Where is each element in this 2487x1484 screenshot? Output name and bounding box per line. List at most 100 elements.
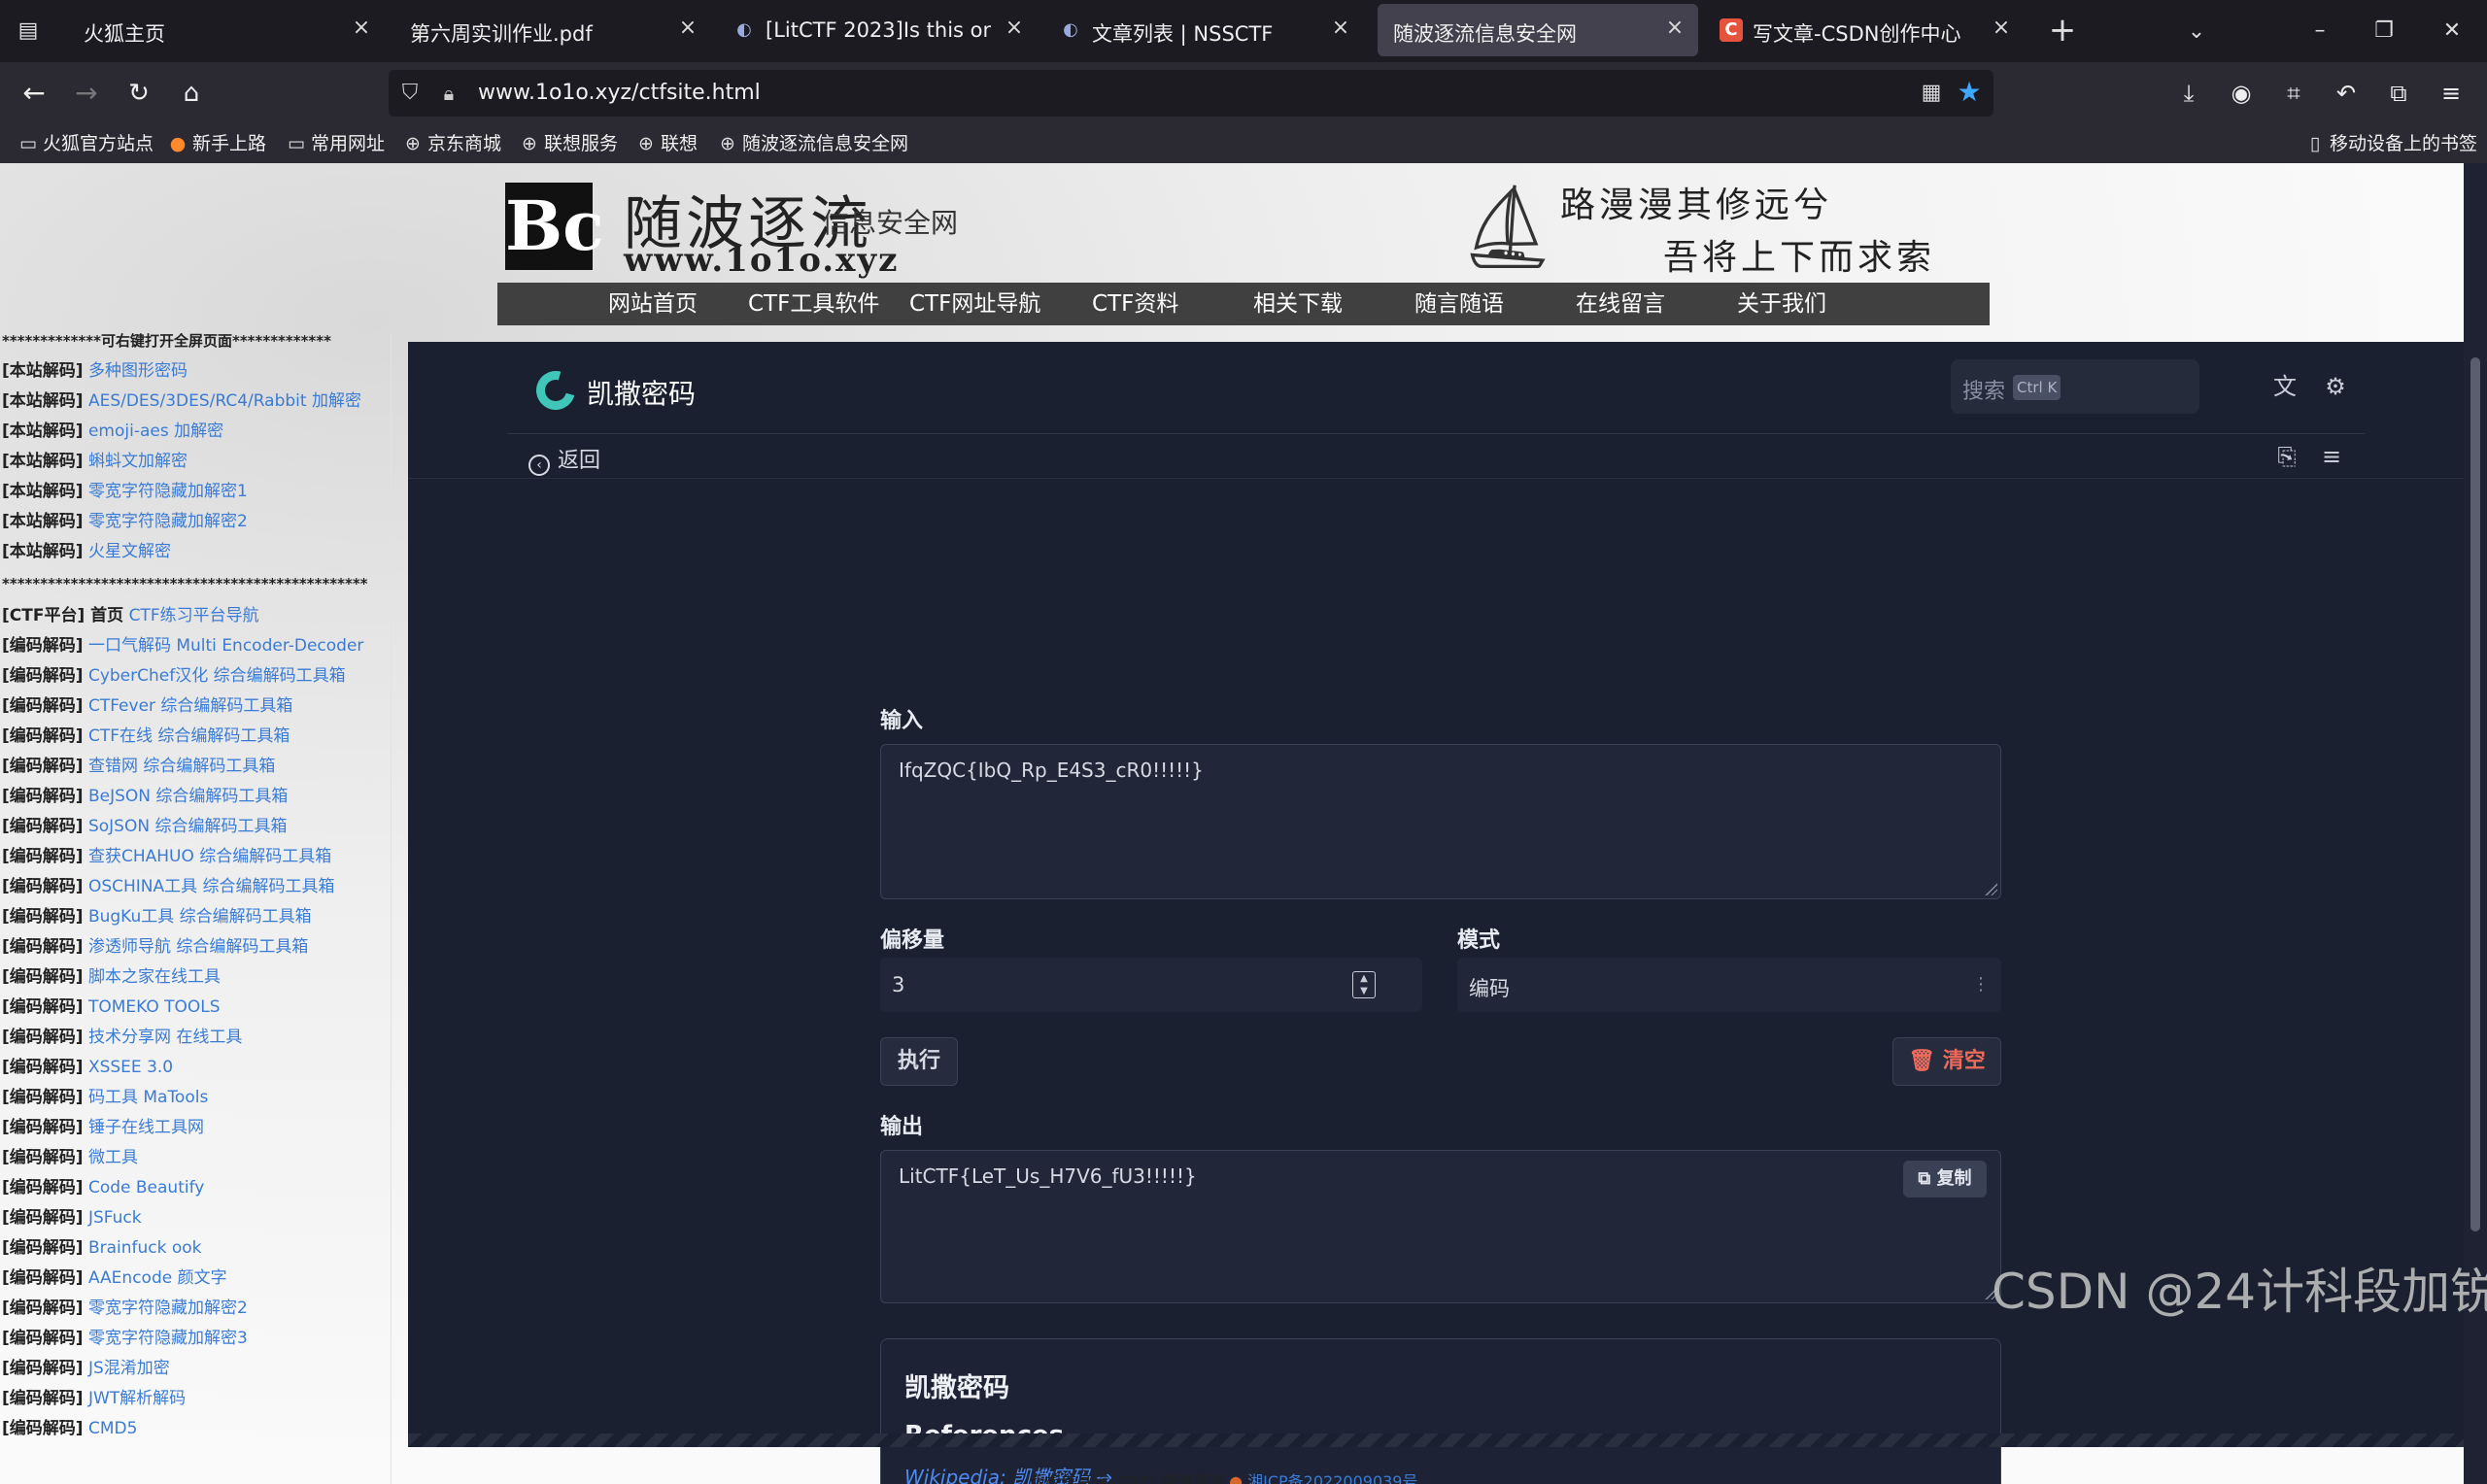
- extensions-icon[interactable]: ⧉: [2380, 76, 2417, 111]
- sidebar-item[interactable]: [本站解码] emoji-aes 加解密: [2, 417, 223, 446]
- bookmark-item[interactable]: ▭ 火狐官方站点: [17, 130, 153, 157]
- clear-button[interactable]: 🗑︎ 清空: [1892, 1037, 2001, 1086]
- sidebar-item[interactable]: [编码解码] SoJSON 综合编解码工具箱: [2, 812, 287, 841]
- sidebar-item[interactable]: [编码解码] CMD5: [2, 1414, 137, 1443]
- sidebar-item[interactable]: [编码解码] 脚本之家在线工具: [2, 962, 221, 992]
- sidebar-item[interactable]: [编码解码] CyberChef汉化 综合编解码工具箱: [2, 661, 346, 691]
- reload-icon[interactable]: ↻: [120, 76, 157, 111]
- tab-csdn[interactable]: C 写文章-CSDN创作中心 ×: [1708, 4, 2025, 56]
- mobile-bookmarks[interactable]: ▯ 移动设备上的书签: [2304, 130, 2477, 157]
- lock-icon[interactable]: 🔒︎: [435, 80, 462, 107]
- tab-close-icon[interactable]: ×: [1990, 17, 2013, 40]
- nav-essays[interactable]: 随言随语: [1414, 283, 1504, 325]
- back-arrow-icon[interactable]: ←: [16, 76, 52, 111]
- translate-icon[interactable]: 文: [2267, 369, 2302, 404]
- restore-icon[interactable]: ❐: [2365, 14, 2403, 49]
- tab-firefox-home[interactable]: 火狐主页 ×: [68, 4, 385, 56]
- sidebar-item[interactable]: [本站解码] 多种图形密码: [2, 356, 187, 386]
- sidebar-item[interactable]: [本站解码] AES/DES/3DES/RC4/Rabbit 加解密: [2, 387, 361, 416]
- bookmark-item[interactable]: ● 新手上路: [167, 130, 266, 157]
- input-textarea[interactable]: IfqZQC{IbQ_Rp_E4S3_cR0!!!!!}: [880, 744, 2001, 899]
- tab-pdf[interactable]: 第六周实训作业.pdf ×: [394, 4, 711, 56]
- sidebar-item[interactable]: [编码解码] 微工具: [2, 1143, 138, 1172]
- menu-list-icon[interactable]: ≡: [2314, 439, 2349, 474]
- sidebar-item[interactable]: [编码解码] BugKu工具 综合编解码工具箱: [2, 902, 312, 931]
- undo-icon[interactable]: ↶: [2328, 76, 2365, 111]
- tab-nssctf[interactable]: ◐ 文章列表 | NSSCTF ×: [1047, 4, 1364, 56]
- shield-icon[interactable]: ⛉: [396, 80, 424, 107]
- minimize-icon[interactable]: –: [2300, 14, 2339, 49]
- sidebar-item[interactable]: [编码解码] 码工具 MaTools: [2, 1083, 208, 1112]
- sidebar-item[interactable]: [编码解码] 查错网 综合编解码工具箱: [2, 752, 275, 781]
- qr-code-icon[interactable]: ▦: [1918, 80, 1945, 107]
- home-icon[interactable]: ⌂: [173, 76, 210, 111]
- sidebar-item[interactable]: [编码解码] XSSEE 3.0: [2, 1053, 173, 1082]
- close-window-icon[interactable]: ✕: [2433, 14, 2471, 49]
- bookmark-item[interactable]: ⊕ 京东商城: [402, 130, 501, 157]
- sidebar-item[interactable]: [编码解码] BeJSON 综合编解码工具箱: [2, 782, 288, 811]
- bookmark-add-icon[interactable]: ⎘: [2269, 439, 2304, 474]
- sidebar-item[interactable]: [编码解码] Brainfuck ook: [2, 1233, 202, 1263]
- sidebar-item[interactable]: [编码解码] 一口气解码 Multi Encoder-Decoder: [2, 631, 363, 660]
- sidebar-item[interactable]: [编码解码] 查获CHAHUO 综合编解码工具箱: [2, 842, 331, 871]
- sidebar-item[interactable]: [编码解码] 技术分享网 在线工具: [2, 1023, 242, 1052]
- sidebar-item[interactable]: [编码解码] OSCHINA工具 综合编解码工具箱: [2, 872, 335, 901]
- bookmark-item[interactable]: ▭ 常用网址: [286, 130, 385, 157]
- sidebar-item[interactable]: [编码解码] JWT解析解码: [2, 1384, 186, 1413]
- sidebar-item[interactable]: [编码解码] 零宽字符隐藏加解密3: [2, 1324, 248, 1353]
- nav-ctf-sites[interactable]: CTF网址导航: [909, 283, 1040, 325]
- run-button[interactable]: 执行: [880, 1037, 958, 1086]
- output-textarea[interactable]: LitCTF{LeT_Us_H7V6_fU3!!!!!} ⧉ 复制: [880, 1150, 2001, 1303]
- nav-downloads[interactable]: 相关下载: [1253, 283, 1343, 325]
- tab-close-icon[interactable]: ×: [676, 17, 699, 40]
- screenshot-crop-icon[interactable]: ⌗: [2275, 76, 2312, 111]
- sidebar-item[interactable]: [编码解码] 锤子在线工具网: [2, 1113, 204, 1142]
- forward-arrow-icon[interactable]: →: [68, 76, 105, 111]
- nav-ctf-materials[interactable]: CTF资料: [1092, 283, 1178, 325]
- resize-handle-icon[interactable]: [1984, 882, 1997, 895]
- bookmark-item[interactable]: ⊕ 联想: [635, 130, 698, 157]
- tab-close-icon[interactable]: ×: [1663, 17, 1686, 40]
- account-icon[interactable]: ◉: [2223, 76, 2260, 111]
- sidebar-item[interactable]: [本站解码] 蝌蚪文加解密: [2, 447, 187, 476]
- search-input[interactable]: 搜索 Ctrl K: [1951, 359, 2199, 414]
- back-button[interactable]: ‹ 返回: [528, 443, 600, 476]
- stepper-arrows-icon[interactable]: ▲ ▼: [1352, 971, 1376, 998]
- nav-about[interactable]: 关于我们: [1737, 283, 1826, 325]
- icp-link[interactable]: 湘ICP备2022009039号: [1247, 1472, 1417, 1484]
- nav-messages[interactable]: 在线留言: [1576, 283, 1665, 325]
- sidebar-item[interactable]: [编码解码] TOMEKO TOOLS: [2, 993, 221, 1022]
- bookmark-item[interactable]: ⊕ 随波逐流信息安全网: [717, 130, 908, 157]
- tab-close-icon[interactable]: ×: [1329, 17, 1352, 40]
- site-logo[interactable]: Bc: [505, 183, 604, 270]
- hamburger-menu-icon[interactable]: ≡: [2433, 76, 2470, 111]
- tab-menu-icon[interactable]: ▤: [14, 17, 43, 45]
- url-text[interactable]: www.1o1o.xyz/ctfsite.html: [478, 81, 761, 105]
- tool-logo-icon[interactable]: [528, 363, 583, 418]
- sidebar-item[interactable]: [编码解码] AAEncode 颜文字: [2, 1264, 227, 1293]
- offset-stepper[interactable]: 3 ▲ ▼: [880, 958, 1422, 1012]
- sidebar-item[interactable]: [CTF平台] 首页 CTF练习平台导航: [2, 601, 259, 630]
- tab-litctf[interactable]: ◐ [LitCTF 2023]Is this only base ×: [721, 4, 1038, 56]
- tab-close-icon[interactable]: ×: [350, 17, 373, 40]
- url-bar[interactable]: ⛉ 🔒︎ www.1o1o.xyz/ctfsite.html ▦ ★: [389, 70, 1993, 117]
- sidebar-item[interactable]: [编码解码] JSFuck: [2, 1203, 142, 1232]
- copy-button[interactable]: ⧉ 复制: [1903, 1161, 1987, 1197]
- tab-suibo-active[interactable]: 随波逐流信息安全网 ×: [1378, 4, 1698, 56]
- sidebar-item[interactable]: [编码解码] JS混淆加密: [2, 1354, 170, 1383]
- chevron-down-icon[interactable]: ⌄: [2180, 16, 2213, 49]
- sidebar-item[interactable]: [编码解码] CTF在线 综合编解码工具箱: [2, 722, 290, 751]
- download-icon[interactable]: ⤓: [2170, 76, 2207, 111]
- bookmark-star-icon[interactable]: ★: [1955, 78, 1984, 107]
- nav-ctf-tools[interactable]: CTF工具软件: [748, 283, 879, 325]
- scrollbar-thumb[interactable]: [2470, 357, 2480, 1231]
- sidebar-item[interactable]: [本站解码] 火星文解密: [2, 537, 171, 566]
- mode-select[interactable]: 编码 ⋮: [1457, 958, 2001, 1012]
- sidebar-item[interactable]: [编码解码] 渗透师导航 综合编解码工具箱: [2, 932, 308, 961]
- sidebar-item[interactable]: [本站解码] 零宽字符隐藏加解密1: [2, 477, 248, 506]
- sidebar-item[interactable]: [本站解码] 零宽字符隐藏加解密2: [2, 507, 248, 536]
- sidebar-item[interactable]: [编码解码] Code Beautify: [2, 1173, 204, 1202]
- sidebar-item[interactable]: [编码解码] CTFever 综合编解码工具箱: [2, 691, 292, 721]
- new-tab-icon[interactable]: +: [2044, 12, 2081, 49]
- sidebar-item[interactable]: [编码解码] 零宽字符隐藏加解密2: [2, 1294, 248, 1323]
